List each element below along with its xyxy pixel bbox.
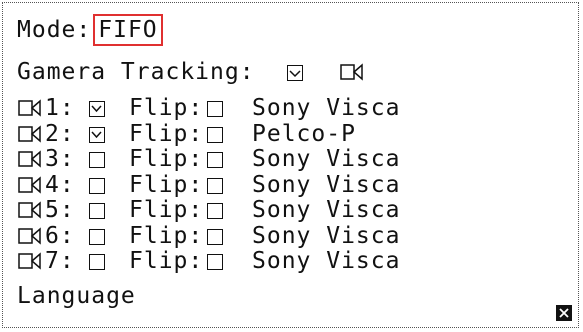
camera-icon (18, 226, 41, 245)
flip-label: Flip: (129, 222, 204, 249)
flip-checkbox[interactable] (207, 228, 223, 245)
flip-checkbox[interactable] (207, 254, 223, 270)
camera-row: 5: Flip: Sony Visca (17, 197, 557, 223)
camera-enable-checkbox[interactable] (89, 203, 105, 219)
flip-label: Flip: (129, 120, 204, 147)
flip-label: Flip: (129, 95, 204, 121)
protocol-select[interactable]: Sony Visca (252, 223, 400, 249)
camera-enable-checkbox[interactable] (89, 177, 105, 194)
camera-row: 1: Flip: Sony Visca (17, 95, 557, 121)
protocol-select[interactable]: Pelco-P (252, 121, 356, 147)
camera-index: 6: (45, 222, 75, 249)
protocol-select[interactable]: Sony Visca (252, 146, 400, 172)
flip-checkbox[interactable] (207, 152, 223, 168)
camera-index: 1: (45, 95, 75, 121)
camera-tracking-checkbox[interactable] (287, 65, 303, 81)
camera-index: 2: (45, 120, 75, 147)
camera-index: 5: (45, 197, 75, 223)
camera-enable-checkbox[interactable] (89, 228, 105, 245)
protocol-select[interactable]: Sony Visca (252, 95, 400, 121)
flip-checkbox[interactable] (207, 126, 223, 143)
protocol-select[interactable]: Sony Visca (252, 172, 400, 198)
camera-row: 3: Flip: Sony Visca (17, 146, 557, 172)
settings-panel: Mode: FIFO Gamera Tracking: 1: Flip: Sony … (2, 2, 579, 328)
flip-checkbox[interactable] (207, 177, 223, 194)
camera-tracking-label: Gamera Tracking: (17, 59, 255, 85)
camera-row: 2: Flip: Pelco-P (17, 121, 557, 147)
language-menu-item[interactable]: Language (17, 283, 136, 309)
camera-tracking-row: Gamera Tracking: (17, 59, 557, 85)
flip-label: Flip: (129, 171, 204, 198)
camera-index: 3: (45, 146, 75, 172)
camera-icon (18, 201, 41, 219)
camera-row: 4: Flip: Sony Visca (17, 172, 557, 198)
flip-checkbox[interactable] (207, 203, 223, 219)
protocol-select[interactable]: Sony Visca (252, 197, 400, 223)
close-icon[interactable] (556, 305, 572, 321)
camera-icon (18, 150, 41, 168)
camera-enable-checkbox[interactable] (89, 152, 105, 168)
flip-label: Flip: (129, 197, 204, 223)
mode-label: Mode: (17, 17, 92, 43)
camera-icon (340, 63, 363, 81)
protocol-select[interactable]: Sony Visca (252, 248, 400, 274)
camera-icon (18, 252, 41, 270)
camera-icon (18, 124, 41, 143)
camera-index: 7: (45, 248, 75, 274)
flip-label: Flip: (129, 146, 204, 172)
camera-row: 7: Flip: Sony Visca (17, 248, 557, 274)
mode-row: Mode: FIFO (17, 14, 163, 46)
flip-label: Flip: (129, 248, 204, 274)
camera-row: 6: Flip: Sony Visca (17, 223, 557, 249)
camera-enable-checkbox[interactable] (89, 101, 105, 117)
camera-icon (18, 99, 41, 117)
language-label: Language (17, 283, 136, 309)
mode-value[interactable]: FIFO (93, 14, 163, 46)
flip-checkbox[interactable] (207, 101, 223, 117)
camera-index: 4: (45, 171, 75, 198)
camera-enable-checkbox[interactable] (89, 254, 105, 270)
camera-icon (18, 175, 41, 194)
camera-enable-checkbox[interactable] (89, 126, 105, 143)
